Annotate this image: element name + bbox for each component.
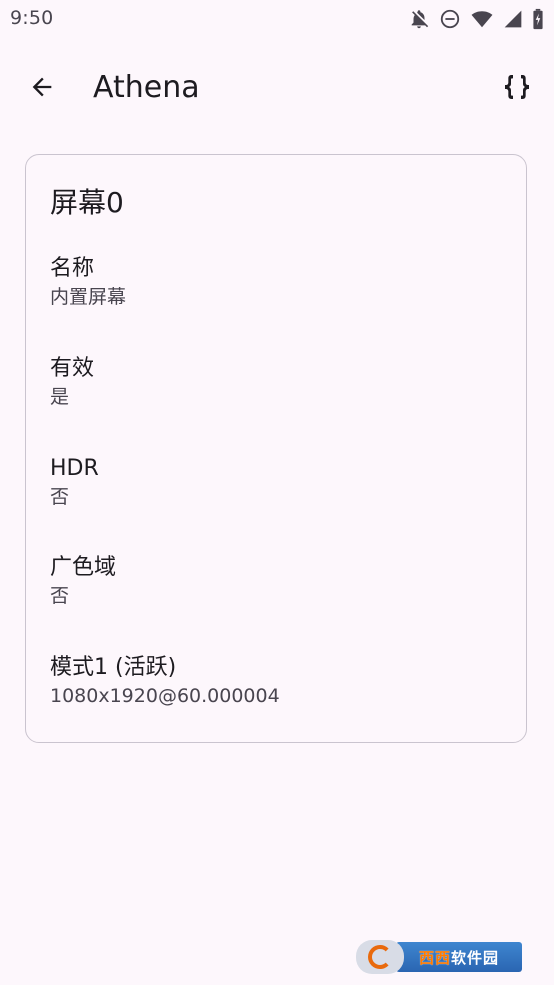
field-label: HDR [50, 456, 99, 481]
watermark-text-part1: 西西 [418, 949, 451, 967]
field-label: 模式1 (活跃) [50, 655, 177, 680]
do-not-disturb-icon [439, 8, 461, 30]
field-value: 1080x1920@60.000004 [50, 685, 280, 707]
display-info-card: 屏幕0 名称 内置屏幕 有效 是 HDR 否 广色域 否 模式1 (活跃) 10… [25, 154, 527, 743]
field-valid: 有效 是 [50, 354, 500, 410]
page-title: Athena [93, 70, 200, 105]
watermark-emblem-icon [356, 940, 404, 974]
signal-icon [503, 8, 523, 30]
field-name: 名称 内置屏幕 [50, 254, 500, 310]
status-bar: 9:50 [0, 0, 554, 38]
card-title: 屏幕0 [50, 186, 124, 219]
watermark-text-part2: 软件园 [451, 949, 500, 967]
back-button[interactable] [18, 65, 66, 113]
field-mode: 模式1 (活跃) 1080x1920@60.000004 [50, 653, 500, 709]
battery-icon [532, 8, 544, 30]
field-hdr: HDR 否 [50, 454, 500, 510]
field-label: 有效 [50, 356, 95, 381]
field-value: 内置屏幕 [50, 286, 127, 308]
watermark-logo: 西西 软件园 [356, 939, 536, 975]
watermark-text: 西西 软件园 [396, 942, 522, 972]
field-value: 是 [50, 386, 70, 408]
top-app-bar: Athena [0, 58, 554, 120]
curly-braces-icon [501, 71, 533, 107]
field-label: 名称 [50, 256, 95, 281]
field-value: 否 [50, 486, 70, 508]
wifi-icon [470, 8, 494, 30]
field-value: 否 [50, 585, 70, 607]
json-view-button[interactable] [493, 65, 541, 113]
arrow-back-icon [28, 73, 56, 105]
status-icons [408, 7, 544, 31]
field-label: 广色域 [50, 555, 117, 580]
notifications-off-icon [408, 8, 430, 30]
status-time: 9:50 [10, 7, 54, 29]
field-wide-color-gamut: 广色域 否 [50, 553, 500, 609]
